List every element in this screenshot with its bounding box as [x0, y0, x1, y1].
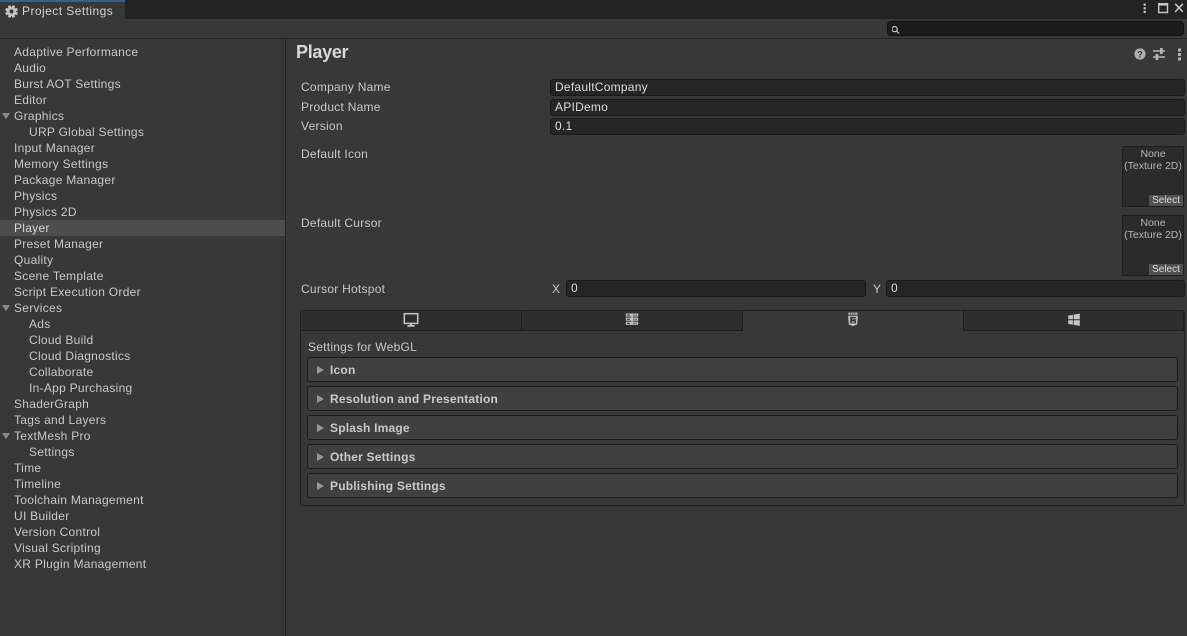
svg-text:?: ? [1137, 49, 1143, 59]
